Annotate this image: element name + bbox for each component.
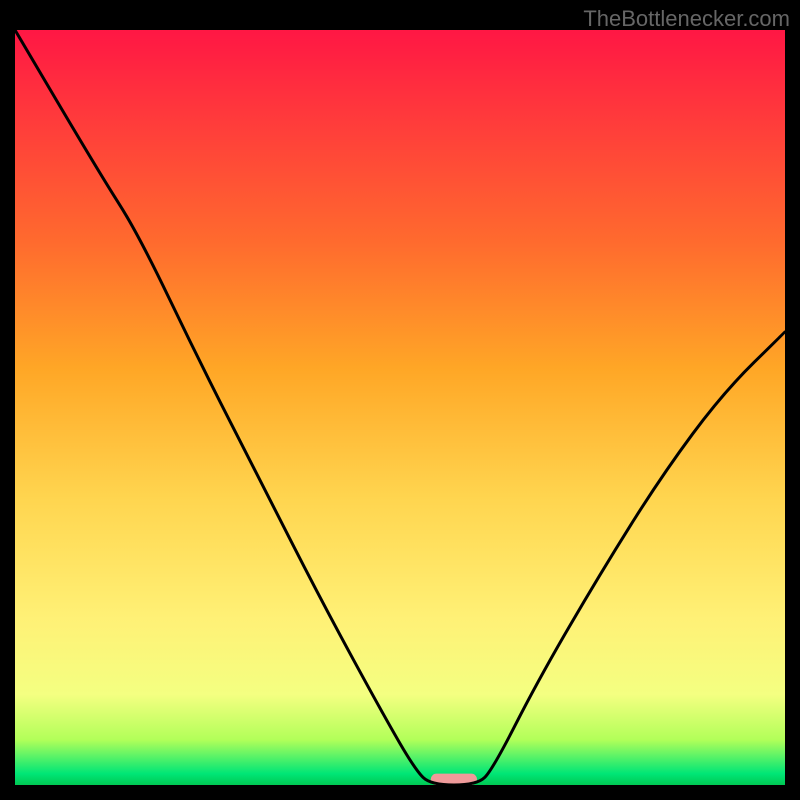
watermark-text: TheBottlenecker.com — [583, 6, 790, 32]
chart-container: TheBottlenecker.com — [0, 0, 800, 800]
bottleneck-chart — [0, 0, 800, 800]
